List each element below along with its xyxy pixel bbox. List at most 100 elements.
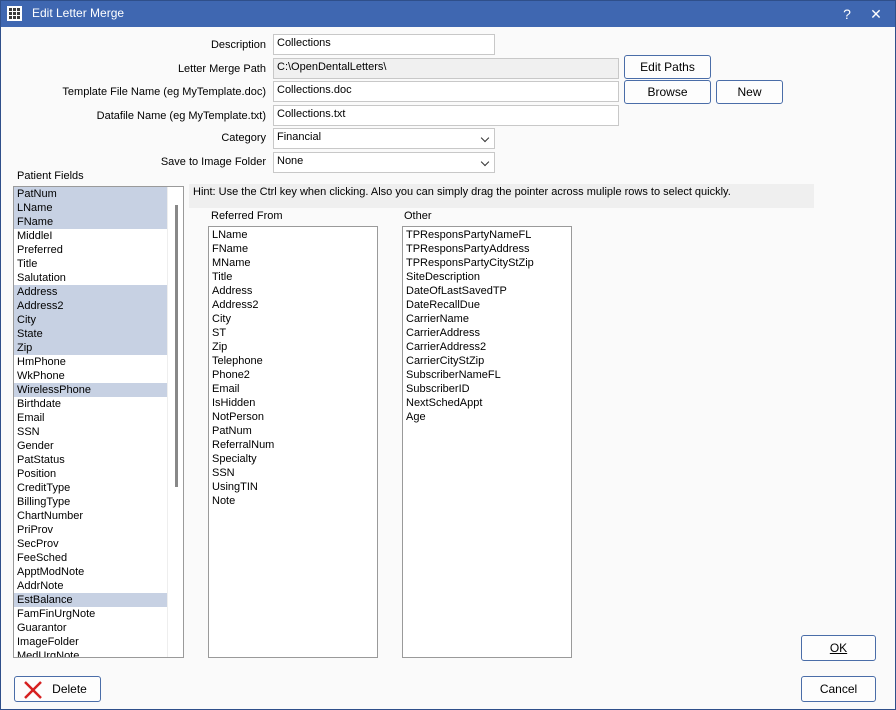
list-item[interactable]: LName xyxy=(209,228,377,242)
delete-button[interactable]: Delete xyxy=(14,676,101,702)
list-item[interactable]: PatNum xyxy=(14,187,183,201)
list-item[interactable]: NextSchedAppt xyxy=(403,396,571,410)
list-item[interactable]: BillingType xyxy=(14,495,183,509)
title-bar: Edit Letter Merge ? ✕ xyxy=(1,1,895,27)
list-item[interactable]: CarrierAddress2 xyxy=(403,340,571,354)
list-item[interactable]: MName xyxy=(209,256,377,270)
list-item[interactable]: DateOfLastSavedTP xyxy=(403,284,571,298)
list-item[interactable]: Gender xyxy=(14,439,183,453)
list-item[interactable]: ST xyxy=(209,326,377,340)
ok-button[interactable]: OK xyxy=(801,635,876,661)
cancel-button[interactable]: Cancel xyxy=(801,676,876,702)
list-item[interactable]: Preferred xyxy=(14,243,183,257)
list-item[interactable]: TPResponsPartyNameFL xyxy=(403,228,571,242)
list-item[interactable]: EstBalance xyxy=(14,593,183,607)
list-item[interactable]: Address2 xyxy=(14,299,183,313)
list-item[interactable]: NotPerson xyxy=(209,410,377,424)
patient-fields-list[interactable]: PatNum LName FName MiddleI Preferred Title Sal… xyxy=(13,186,184,658)
list-item[interactable]: HmPhone xyxy=(14,355,183,369)
list-item[interactable]: Phone2 xyxy=(209,368,377,382)
list-item[interactable]: Address2 xyxy=(209,298,377,312)
list-item[interactable]: UsingTIN xyxy=(209,480,377,494)
list-item[interactable]: Zip xyxy=(209,340,377,354)
delete-x-icon xyxy=(24,681,42,699)
list-item[interactable]: PriProv xyxy=(14,523,183,537)
list-item[interactable]: SSN xyxy=(14,425,183,439)
hint-text: Hint: Use the Ctrl key when clicking. Al… xyxy=(189,184,814,208)
list-item[interactable]: Salutation xyxy=(14,271,183,285)
referred-from-list[interactable]: LName FName MName Title Address Address2 City S… xyxy=(208,226,378,658)
list-item[interactable]: Address xyxy=(209,284,377,298)
list-item[interactable]: SubscriberID xyxy=(403,382,571,396)
scrollbar-thumb[interactable] xyxy=(175,205,178,487)
list-item[interactable]: Telephone xyxy=(209,354,377,368)
app-grid-icon xyxy=(7,6,22,21)
list-item[interactable]: CarrierName xyxy=(403,312,571,326)
path-field: C:\OpenDentalLetters\ xyxy=(273,58,619,79)
list-item[interactable]: Address xyxy=(14,285,183,299)
list-item[interactable]: SiteDescription xyxy=(403,270,571,284)
path-label: Letter Merge Path xyxy=(177,63,266,75)
list-item[interactable]: Zip xyxy=(14,341,183,355)
list-item[interactable]: WirelessPhone xyxy=(14,383,183,397)
list-item[interactable]: CarrierCityStZip xyxy=(403,354,571,368)
template-input[interactable]: Collections.doc xyxy=(273,81,619,102)
list-item[interactable]: FeeSched xyxy=(14,551,183,565)
patient-fields-label: Patient Fields xyxy=(17,170,84,182)
list-item[interactable]: CarrierAddress xyxy=(403,326,571,340)
chevron-down-icon xyxy=(480,133,490,143)
list-item[interactable]: Email xyxy=(209,382,377,396)
datafile-label: Datafile Name (eg MyTemplate.txt) xyxy=(96,110,266,122)
datafile-input[interactable]: Collections.txt xyxy=(273,105,619,126)
list-item[interactable]: CreditType xyxy=(14,481,183,495)
description-input[interactable]: Collections xyxy=(273,34,495,55)
list-item[interactable]: LName xyxy=(14,201,183,215)
list-item[interactable]: Title xyxy=(209,270,377,284)
browse-button[interactable]: Browse xyxy=(624,80,711,104)
list-item[interactable]: Birthdate xyxy=(14,397,183,411)
list-item[interactable]: Email xyxy=(14,411,183,425)
list-item[interactable]: PatNum xyxy=(209,424,377,438)
list-item[interactable]: Position xyxy=(14,467,183,481)
list-item[interactable]: FamFinUrgNote xyxy=(14,607,183,621)
referred-from-label: Referred From xyxy=(211,210,283,222)
list-item[interactable]: City xyxy=(209,312,377,326)
list-item[interactable]: Specialty xyxy=(209,452,377,466)
list-item[interactable]: PatStatus xyxy=(14,453,183,467)
list-item[interactable]: ApptModNote xyxy=(14,565,183,579)
list-item[interactable]: DateRecallDue xyxy=(403,298,571,312)
list-item[interactable]: AddrNote xyxy=(14,579,183,593)
list-item[interactable]: Guarantor xyxy=(14,621,183,635)
description-label: Description xyxy=(210,39,266,51)
list-item[interactable]: Title xyxy=(14,257,183,271)
category-value: Financial xyxy=(277,131,322,143)
list-item[interactable]: Age xyxy=(403,410,571,424)
category-select[interactable]: Financial xyxy=(273,128,495,149)
list-item[interactable]: SSN xyxy=(209,466,377,480)
patient-fields-scrollbar[interactable] xyxy=(167,187,183,657)
list-item[interactable]: City xyxy=(14,313,183,327)
new-button[interactable]: New xyxy=(716,80,783,104)
other-fields-list[interactable]: TPResponsPartyNameFL TPResponsPartyAddres… xyxy=(402,226,572,658)
list-item[interactable]: MedUrgNote xyxy=(14,649,183,657)
list-item[interactable]: WkPhone xyxy=(14,369,183,383)
list-item[interactable]: Note xyxy=(209,494,377,508)
edit-paths-button[interactable]: Edit Paths xyxy=(624,55,711,79)
list-item[interactable]: ChartNumber xyxy=(14,509,183,523)
image-folder-label: Save to Image Folder xyxy=(160,156,266,168)
list-item[interactable]: ImageFolder xyxy=(14,635,183,649)
list-item[interactable]: SubscriberNameFL xyxy=(403,368,571,382)
other-label: Other xyxy=(404,210,432,222)
list-item[interactable]: SecProv xyxy=(14,537,183,551)
list-item[interactable]: TPResponsPartyCityStZip xyxy=(403,256,571,270)
help-button[interactable]: ? xyxy=(834,3,860,25)
list-item[interactable]: MiddleI xyxy=(14,229,183,243)
list-item[interactable]: ReferralNum xyxy=(209,438,377,452)
list-item[interactable]: TPResponsPartyAddress xyxy=(403,242,571,256)
list-item[interactable]: State xyxy=(14,327,183,341)
close-button[interactable]: ✕ xyxy=(863,3,889,25)
list-item[interactable]: IsHidden xyxy=(209,396,377,410)
list-item[interactable]: FName xyxy=(14,215,183,229)
list-item[interactable]: FName xyxy=(209,242,377,256)
image-folder-select[interactable]: None xyxy=(273,152,495,173)
